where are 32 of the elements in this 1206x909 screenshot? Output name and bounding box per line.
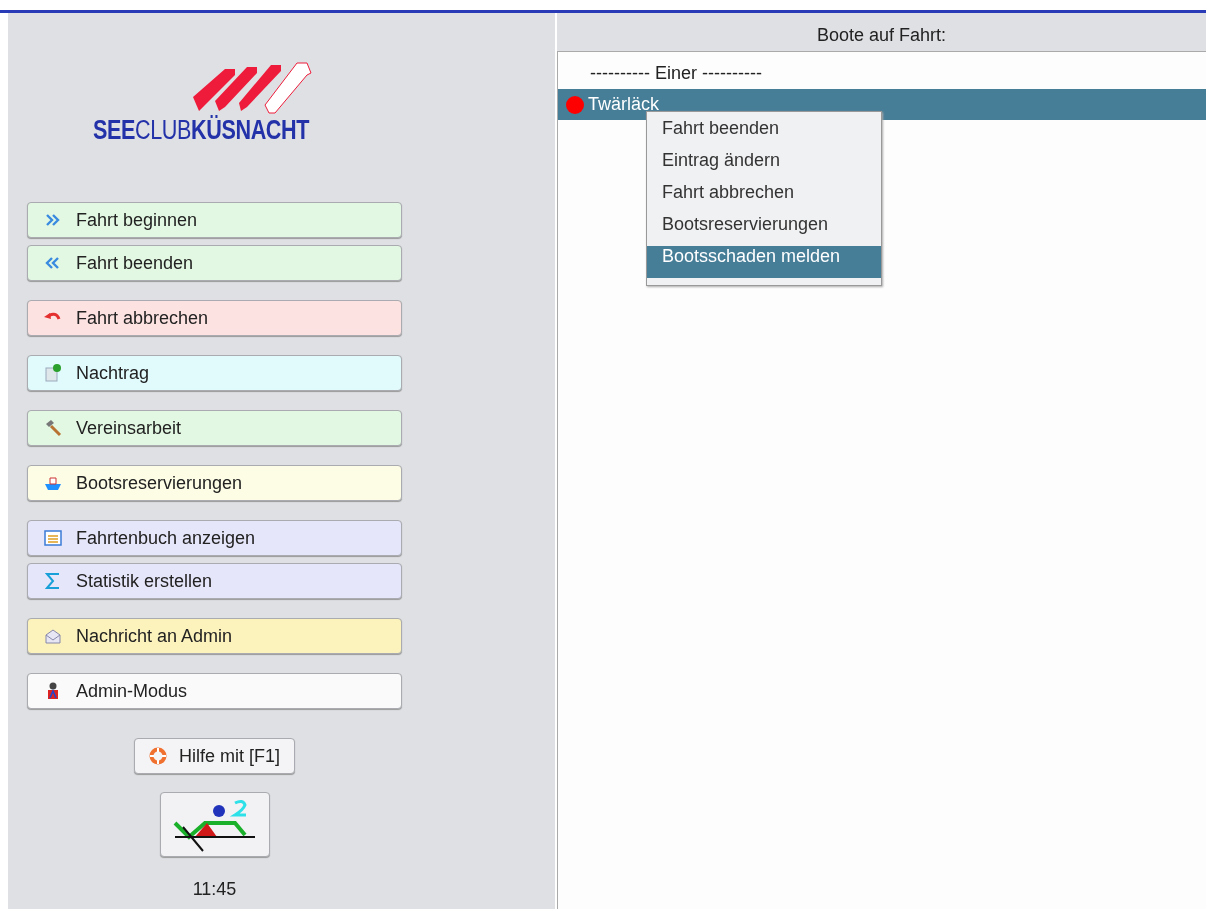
menu-item[interactable]: Bootsschaden melden — [647, 246, 881, 278]
sidebar-button[interactable]: Statistik erstellen — [27, 563, 402, 599]
notepad-icon — [44, 364, 62, 382]
help-button[interactable]: Hilfe mit [F1] — [134, 738, 295, 774]
admin-figure-icon — [45, 682, 61, 700]
menu-item[interactable]: Bootsreservierungen — [647, 214, 881, 246]
menu-item[interactable]: Eintrag ändern — [647, 150, 881, 182]
envelope-icon — [44, 628, 62, 644]
double-chevron-icon — [45, 214, 61, 226]
double-chevron-icon — [45, 257, 61, 269]
app-logo-button[interactable] — [159, 792, 270, 857]
clock-text: 11:45 — [192, 879, 237, 900]
sigma-icon — [45, 572, 61, 590]
sidebar-button[interactable]: Fahrt beenden — [27, 245, 402, 281]
hammer-icon — [44, 419, 62, 437]
sidebar-button[interactable]: Fahrt abbrechen — [27, 300, 402, 336]
sidebar-button[interactable]: Admin-Modus — [27, 673, 402, 709]
boat-name: Twärläck — [588, 94, 659, 115]
panel-title: Boote auf Fahrt: — [815, 24, 948, 47]
sidebar-button[interactable]: Vereinsarbeit — [27, 410, 402, 446]
lifebuoy-icon — [149, 747, 167, 765]
club-logo-text: SEECLUBKÜSNACHT — [93, 115, 310, 146]
sidebar-button[interactable]: Nachtrag — [27, 355, 402, 391]
menu-item[interactable]: Fahrt beenden — [647, 118, 881, 150]
sidebar-button[interactable]: Bootsreservierungen — [27, 465, 402, 501]
sidebar-button[interactable]: Nachricht an Admin — [27, 618, 402, 654]
sidebar-button[interactable]: Fahrt beginnen — [27, 202, 402, 238]
menu-item[interactable]: Fahrt abbrechen — [647, 182, 881, 214]
group-header: ---------- Einer ---------- — [589, 62, 763, 85]
boat-icon — [44, 474, 62, 492]
list-icon — [44, 530, 62, 546]
sidebar-button[interactable]: Fahrtenbuch anzeigen — [27, 520, 402, 556]
